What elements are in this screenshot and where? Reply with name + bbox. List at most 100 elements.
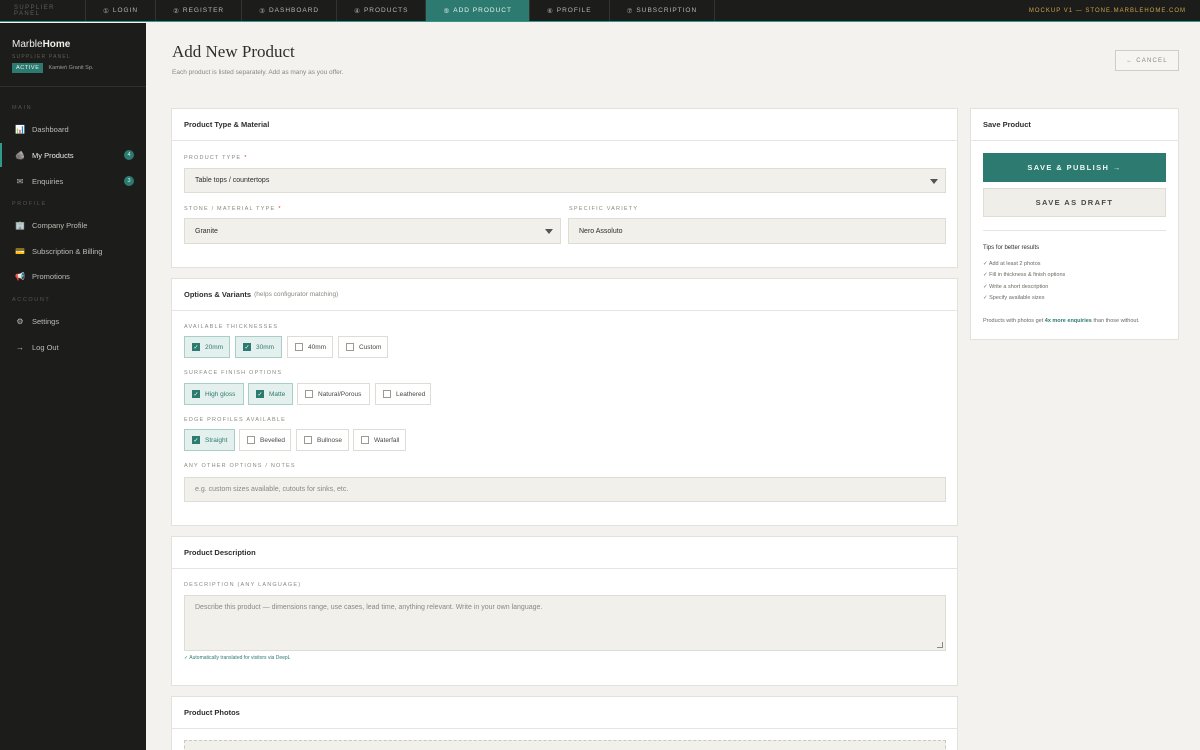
save-card: Save Product SAVE & PUBLISH → SAVE AS DR… xyxy=(970,108,1179,340)
sidebar-item-label: Subscription & Billing xyxy=(32,246,103,256)
checkbox-box xyxy=(305,390,313,398)
tab-dashboard[interactable]: ③ DASHBOARD xyxy=(242,0,338,21)
notes-input[interactable]: e.g. custom sizes available, cutouts for… xyxy=(184,477,946,502)
finish-checkbox[interactable]: ✓ High gloss xyxy=(184,383,244,405)
thickness-checkbox[interactable]: Custom xyxy=(338,336,388,358)
checkbox-box xyxy=(247,436,255,444)
checkbox-label: 30mm xyxy=(256,343,275,351)
sidebar-logo-block: MarbleHome SUPPLIER PANEL ACTIVE Kamień … xyxy=(0,23,146,87)
thickness-checkbox[interactable]: ✓ 30mm xyxy=(235,336,282,358)
tab-label: ADD PRODUCT xyxy=(453,7,512,14)
product-type-label: PRODUCT TYPE * xyxy=(184,155,248,161)
select-value: Granite xyxy=(195,227,218,235)
checkbox-label: Waterfall xyxy=(374,436,400,444)
tab-label: SUBSCRIPTION xyxy=(636,7,698,14)
sidebar-item-label: Log Out xyxy=(32,342,59,352)
tab-profile[interactable]: ⑥ PROFILE xyxy=(530,0,610,21)
logo-bold-text: Home xyxy=(42,39,71,50)
sidebar-item-my-products[interactable]: 🪨 My Products 4 xyxy=(0,143,146,167)
checkbox-label: High gloss xyxy=(205,390,236,398)
tab-label: LOGIN xyxy=(112,7,139,14)
checkmark-icon: ✓ xyxy=(243,343,251,351)
product-type-select[interactable]: Table tops / countertops xyxy=(184,168,946,193)
caret-down-icon xyxy=(930,178,938,184)
finish-checkbox[interactable]: Natural/Porous xyxy=(297,383,370,405)
thickness-checkbox[interactable]: 40mm xyxy=(287,336,333,358)
sidebar-item-promotions[interactable]: 📢 Promotions xyxy=(0,264,146,288)
sidebar-item-label: Enquiries xyxy=(32,176,64,186)
tab-label: REGISTER xyxy=(182,7,225,14)
company-name: Kamień Granit Sp. xyxy=(48,65,94,71)
finish-checkbox[interactable]: Leathered xyxy=(375,383,431,405)
sidebar-item-log-out[interactable]: → Log Out xyxy=(0,335,146,359)
field-label-text: PRODUCT TYPE xyxy=(184,155,242,161)
tab-step-number: ③ xyxy=(259,7,266,15)
footnote-text: than those without. xyxy=(1091,318,1140,324)
edge-checkbox[interactable]: Bullnose xyxy=(296,429,349,451)
options-card: Options & Variants (helps configurator ma… xyxy=(171,278,958,526)
checkbox-label: 40mm xyxy=(308,343,327,351)
sidebar-item-label: My Products xyxy=(32,150,74,160)
tab-step-number: ② xyxy=(173,7,180,15)
edge-checkbox[interactable]: Waterfall xyxy=(353,429,406,451)
card-title: Product Photos xyxy=(172,697,957,729)
sidebar-item-dashboard[interactable]: 📊 Dashboard xyxy=(0,117,146,141)
tab-step-number: ④ xyxy=(354,7,361,15)
mockup-link[interactable]: MOCKUP V1 — STONE.MARBLEHOME.COM xyxy=(1015,0,1200,21)
checkbox-box xyxy=(295,343,303,351)
edge-checkbox[interactable]: Bevelled xyxy=(239,429,291,451)
variety-input[interactable]: Nero Assoluto xyxy=(568,218,946,244)
resize-handle-icon[interactable] xyxy=(937,642,943,648)
chart-icon: 📊 xyxy=(15,124,25,134)
logo[interactable]: MarbleHome xyxy=(12,39,134,50)
textarea-placeholder: Describe this product — dimensions range… xyxy=(195,604,543,611)
tab-step-number: ⑦ xyxy=(626,7,634,15)
tab-subscription[interactable]: ⑦ SUBSCRIPTION xyxy=(610,0,716,21)
card-title: Product Description xyxy=(172,537,957,569)
checkmark-icon: ✓ xyxy=(256,390,264,398)
card-hint: (helps configurator matching) xyxy=(254,291,339,298)
nav-section-main: MAIN xyxy=(12,105,33,111)
account-status-row: ACTIVE Kamień Granit Sp. xyxy=(12,63,134,73)
thickness-checkbox[interactable]: ✓ 20mm xyxy=(184,336,230,358)
edge-checkbox[interactable]: ✓ Straight xyxy=(184,429,235,451)
input-value: Nero Assoluto xyxy=(579,227,623,235)
tab-login[interactable]: ① LOGIN xyxy=(86,0,157,21)
cancel-button[interactable]: ← CANCEL xyxy=(1115,50,1179,71)
finish-checkbox[interactable]: ✓ Matte xyxy=(248,383,293,405)
tips-title: Tips for better results xyxy=(983,245,1040,251)
checkbox-box xyxy=(383,390,391,398)
count-badge: 4 xyxy=(124,150,134,160)
checkbox-label: Natural/Porous xyxy=(318,390,362,398)
credit-card-icon: 💳 xyxy=(15,246,25,256)
sidebar-item-settings[interactable]: ⚙ Settings xyxy=(0,309,146,333)
nav-section-account: ACCOUNT xyxy=(12,297,51,303)
tip-item: ✓ Fill in thickness & finish options xyxy=(983,272,1066,278)
field-label-text: STONE / MATERIAL TYPE xyxy=(184,206,276,212)
panel-label: SUPPLIER PANEL xyxy=(12,54,71,60)
checkbox-label: Custom xyxy=(359,343,382,351)
tab-label: DASHBOARD xyxy=(268,7,320,14)
material-select[interactable]: Granite xyxy=(184,218,561,244)
checkbox-label: 20mm xyxy=(205,343,224,351)
sidebar-item-label: Company Profile xyxy=(32,220,88,230)
arrow-right-icon: → xyxy=(16,342,24,352)
building-icon: 🏢 xyxy=(15,220,25,230)
sidebar-item-subscription[interactable]: 💳 Subscription & Billing xyxy=(0,239,146,263)
description-textarea[interactable]: Describe this product — dimensions range… xyxy=(184,595,946,651)
save-publish-button[interactable]: SAVE & PUBLISH → xyxy=(983,153,1166,182)
tab-register[interactable]: ② REGISTER xyxy=(156,0,243,21)
checkbox-label: Straight xyxy=(205,436,228,444)
sidebar-item-company-profile[interactable]: 🏢 Company Profile xyxy=(0,213,146,237)
checkmark-icon: ✓ xyxy=(192,343,200,351)
photo-upload-dropzone[interactable] xyxy=(184,740,946,750)
sidebar-item-enquiries[interactable]: ✉ Enquiries 3 xyxy=(0,169,146,193)
page-subtitle: Each product is listed separately. Add a… xyxy=(172,69,344,76)
checkbox-label: Matte xyxy=(269,390,286,398)
checkbox-label: Bullnose xyxy=(317,436,342,444)
divider xyxy=(983,230,1166,231)
tab-products[interactable]: ④ PRODUCTS xyxy=(337,0,427,21)
save-draft-button[interactable]: SAVE AS DRAFT xyxy=(983,188,1166,217)
tab-add-product[interactable]: ⑤ ADD PRODUCT xyxy=(426,0,530,21)
checkmark-icon: ✓ xyxy=(192,390,200,398)
